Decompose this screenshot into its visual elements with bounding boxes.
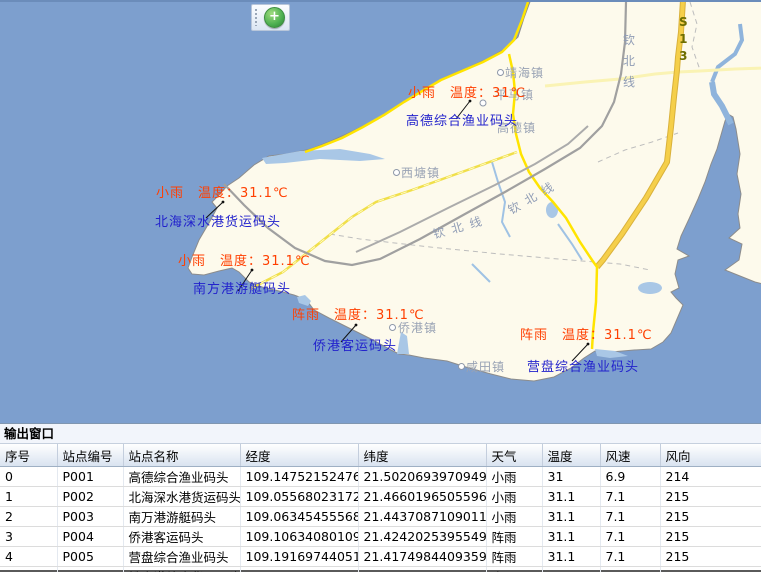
cell-序号: 3 [0,527,57,547]
map-canvas [0,2,761,425]
cell-站点编号: P006 [57,567,123,572]
table-row[interactable]: 3P004侨港客运码头109.10634080109521.4242025395… [0,527,761,547]
cell-序号: 4 [0,547,57,567]
cell-风向: 214 [660,467,761,487]
cell-风速: 7.1 [600,547,660,567]
table-row[interactable]: 2P003南万港游艇码头109.06345455568321.443708710… [0,507,761,527]
cell-温度: 31.1 [542,527,600,547]
weather-label: 小雨 温度：31.1℃ [156,182,289,201]
cell-站点编号: P004 [57,527,123,547]
cell-温度: 31.1 [542,507,600,527]
column-header-4[interactable]: 纬度 [358,444,486,467]
table-row[interactable]: 0P001高德综合渔业码头109.14752152476921.50206939… [0,467,761,487]
table-row[interactable]: 4P005营盘综合渔业码头109.19169744051921.41749844… [0,547,761,567]
road-label-s13: S 1 3 [679,14,688,65]
weather-label: 阵雨 温度：31.1℃ [292,304,425,323]
map-toolbar: + [251,4,290,31]
station-label: 侨港客运码头 [313,335,397,354]
weather-label: 小雨 温度：31℃ [408,82,526,101]
cell-经度: 109.231312452397 [240,567,358,572]
column-header-7[interactable]: 风速 [600,444,660,467]
cell-经度: 109.063454555683 [240,507,358,527]
column-header-8[interactable]: 风向 [660,444,761,467]
cell-站点名称: 铁山港综合货运码头 [123,567,240,572]
cell-温度: 31.1 [542,567,600,572]
cell-站点名称: 北海深水港货运码头 [123,487,240,507]
town-label: 咸田镇 [466,358,505,375]
cell-纬度: 21.4660196505596 [358,487,486,507]
railway-label-vertical: 钦 北 线 [623,30,635,93]
application-window: 靖海镇平马镇高德镇西塘镇侨港镇咸田镇 小雨 温度：31℃高德综合渔业码头小雨 温… [0,0,761,572]
town-dot [497,69,504,76]
station-label: 南方港游艇码头 [193,278,291,297]
cell-风速: 7.1 [600,567,660,572]
cell-天气: 小雨 [486,507,542,527]
cell-风向: 215 [660,507,761,527]
cell-风向: 215 [660,567,761,572]
cell-风速: 7.1 [600,527,660,547]
cell-天气: 小雨 [486,467,542,487]
town-label: 西塘镇 [401,164,440,181]
cell-纬度: 21.4242025395549 [358,527,486,547]
cell-风向: 215 [660,487,761,507]
cell-站点名称: 南万港游艇码头 [123,507,240,527]
cell-纬度: 21.4437087109011 [358,507,486,527]
cell-风速: 7.1 [600,507,660,527]
cell-序号: 5 [0,567,57,572]
cell-序号: 0 [0,467,57,487]
cell-序号: 1 [0,487,57,507]
cell-风向: 215 [660,527,761,547]
toolbar-grip-handle[interactable] [255,9,257,26]
cell-站点编号: P002 [57,487,123,507]
cell-站点名称: 营盘综合渔业码头 [123,547,240,567]
column-header-5[interactable]: 天气 [486,444,542,467]
table-header-row: 序号站点编号站点名称经度纬度天气温度风速风向 [0,444,761,467]
cell-风速: 6.9 [600,467,660,487]
cell-纬度: 21.5020693970949 [358,467,486,487]
cell-风速: 7.1 [600,487,660,507]
column-header-6[interactable]: 温度 [542,444,600,467]
cell-风向: 215 [660,547,761,567]
table-row[interactable]: 5P006铁山港综合货运码头109.23131245239721.4313527… [0,567,761,572]
cell-站点名称: 高德综合渔业码头 [123,467,240,487]
output-window: 输出窗口 序号站点编号站点名称经度纬度天气温度风速风向 0P001高德综合渔业码… [0,423,761,572]
cell-纬度: 21.4313527002203 [358,567,486,572]
weather-label: 阵雨 温度：31.1℃ [520,324,653,343]
cell-天气: 小雨 [486,487,542,507]
cell-经度: 109.055680231721 [240,487,358,507]
cell-站点编号: P005 [57,547,123,567]
column-header-0[interactable]: 序号 [0,444,57,467]
lake [638,282,662,294]
column-header-1[interactable]: 站点编号 [57,444,123,467]
cell-序号: 2 [0,507,57,527]
cell-经度: 109.147521524769 [240,467,358,487]
column-header-3[interactable]: 经度 [240,444,358,467]
cell-经度: 109.191697440519 [240,547,358,567]
station-label: 高德综合渔业码头 [406,110,518,129]
station-label: 营盘综合渔业码头 [527,356,639,375]
cell-温度: 31 [542,467,600,487]
cell-纬度: 21.4174984409359 [358,547,486,567]
town-dot [389,324,396,331]
cell-站点编号: P003 [57,507,123,527]
cell-经度: 109.106340801095 [240,527,358,547]
cell-站点名称: 侨港客运码头 [123,527,240,547]
map-view[interactable]: 靖海镇平马镇高德镇西塘镇侨港镇咸田镇 小雨 温度：31℃高德综合渔业码头小雨 温… [0,0,761,425]
town-dot [393,169,400,176]
cell-天气: 阵雨 [486,527,542,547]
table-row[interactable]: 1P002北海深水港货运码头109.05568023172121.4660196… [0,487,761,507]
town-dot [458,363,465,370]
cell-温度: 31.1 [542,547,600,567]
station-table: 序号站点编号站点名称经度纬度天气温度风速风向 0P001高德综合渔业码头109.… [0,444,761,572]
cell-温度: 31.1 [542,487,600,507]
add-station-button[interactable]: + [264,7,285,28]
cell-站点编号: P001 [57,467,123,487]
column-header-2[interactable]: 站点名称 [123,444,240,467]
town-label: 靖海镇 [505,64,544,81]
cell-天气: 小雨 [486,567,542,572]
weather-label: 小雨 温度：31.1℃ [178,250,311,269]
output-window-title: 输出窗口 [0,423,761,444]
cell-天气: 阵雨 [486,547,542,567]
station-label: 北海深水港货运码头 [155,211,281,230]
